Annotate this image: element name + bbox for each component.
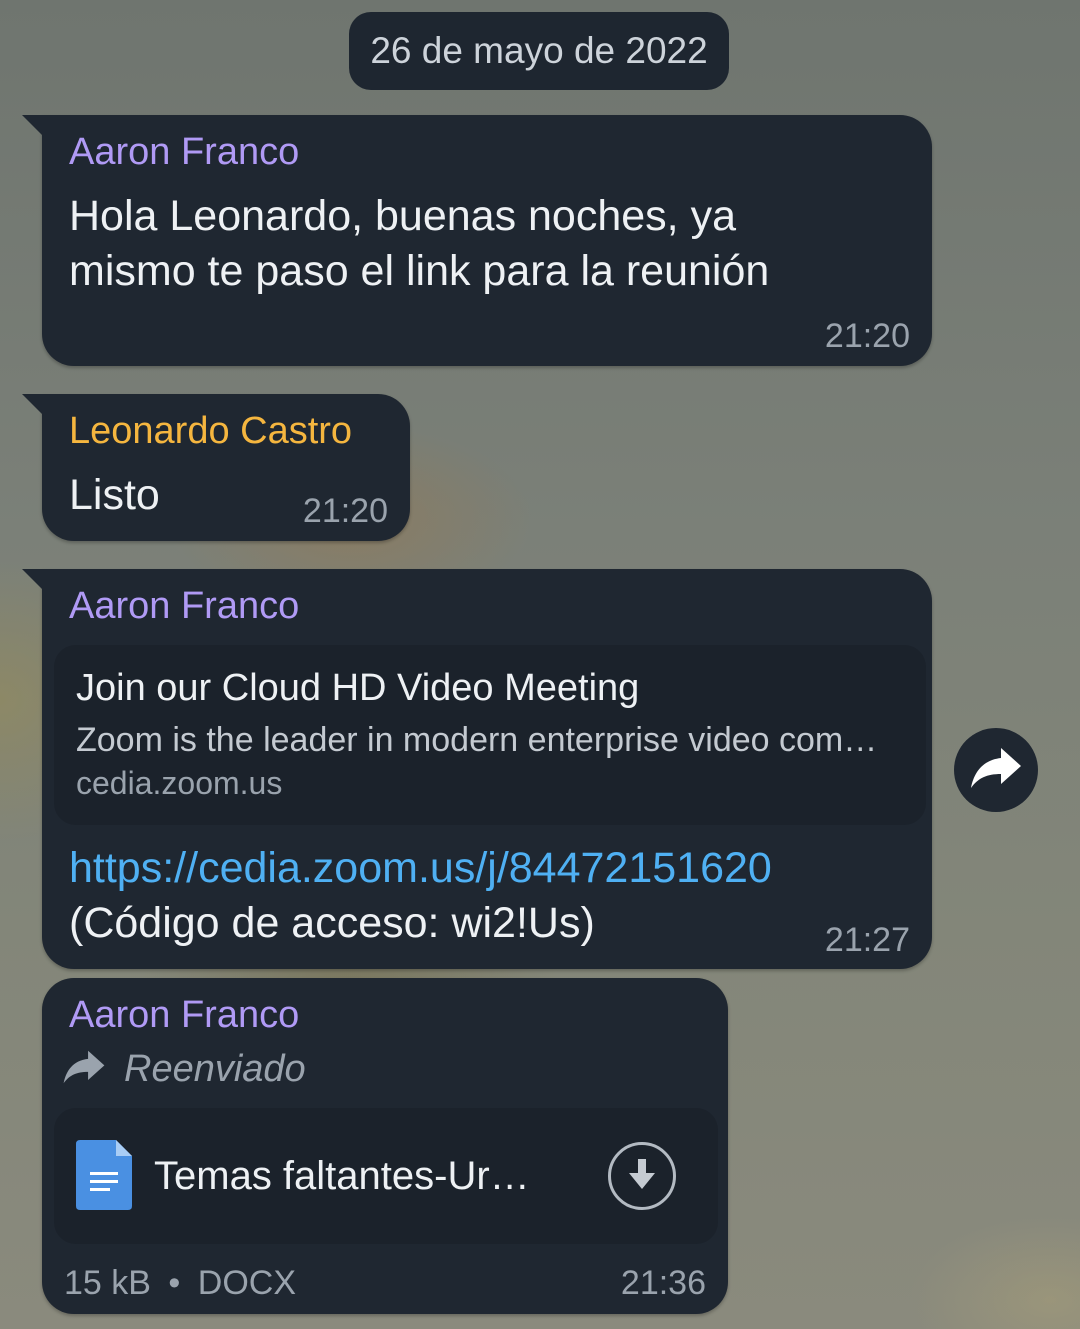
link-preview-card[interactable]: Join our Cloud HD Video Meeting Zoom is … bbox=[54, 645, 926, 825]
date-label: 26 de mayo de 2022 bbox=[370, 30, 708, 71]
message-text: Hola Leonardo, buenas noches, ya mismo t… bbox=[69, 189, 769, 299]
date-separator: 26 de mayo de 2022 bbox=[349, 12, 729, 90]
message-time: 21:36 bbox=[620, 1264, 706, 1302]
meeting-link[interactable]: https://cedia.zoom.us/j/84472151620 bbox=[69, 841, 772, 896]
message-time: 21:27 bbox=[824, 921, 910, 959]
file-attachment[interactable]: Temas faltantes-Ur… bbox=[54, 1108, 718, 1244]
forwarded-label: Reenviado bbox=[124, 1047, 306, 1090]
download-icon bbox=[627, 1157, 657, 1196]
share-arrow-icon bbox=[969, 746, 1023, 795]
sender-name[interactable]: Leonardo Castro bbox=[69, 410, 352, 453]
file-type: DOCX bbox=[197, 1264, 296, 1302]
message-bubble[interactable]: Aaron Franco Hola Leonardo, buenas noche… bbox=[22, 115, 932, 366]
message-text-line: mismo te paso el link para la reunión bbox=[69, 247, 770, 295]
document-icon bbox=[76, 1140, 132, 1215]
download-button[interactable] bbox=[608, 1142, 676, 1210]
meta-separator: • bbox=[168, 1264, 181, 1302]
message-text: https://cedia.zoom.us/j/84472151620 (Cód… bbox=[69, 841, 772, 951]
forwarded-indicator: Reenviado bbox=[62, 1044, 306, 1094]
sender-name[interactable]: Aaron Franco bbox=[69, 994, 299, 1037]
sender-name[interactable]: Aaron Franco bbox=[69, 585, 299, 628]
message-bubble[interactable]: Aaron Franco Join our Cloud HD Video Mee… bbox=[22, 569, 932, 969]
link-preview-title: Join our Cloud HD Video Meeting bbox=[76, 667, 640, 709]
message-time: 21:20 bbox=[302, 492, 388, 530]
link-preview-description: Zoom is the leader in modern enterprise … bbox=[76, 721, 878, 759]
share-button[interactable] bbox=[954, 728, 1038, 812]
message-text: Listo bbox=[69, 471, 160, 519]
message-bubble[interactable]: Aaron Franco Reenviado Temas faltantes-U… bbox=[42, 978, 728, 1314]
link-preview-domain: cedia.zoom.us bbox=[76, 765, 283, 801]
message-text-line: Hola Leonardo, buenas noches, ya bbox=[69, 192, 736, 240]
sender-name[interactable]: Aaron Franco bbox=[69, 131, 299, 174]
message-time: 21:20 bbox=[824, 317, 910, 355]
access-code-text: (Código de acceso: wi2!Us) bbox=[69, 899, 595, 947]
file-size: 15 kB bbox=[64, 1264, 151, 1302]
file-name: Temas faltantes-Ur… bbox=[154, 1154, 530, 1198]
file-meta: 15 kB • DOCX bbox=[64, 1264, 296, 1303]
message-bubble[interactable]: Leonardo Castro Listo 21:20 bbox=[22, 394, 410, 541]
forward-arrow-icon bbox=[62, 1049, 106, 1090]
